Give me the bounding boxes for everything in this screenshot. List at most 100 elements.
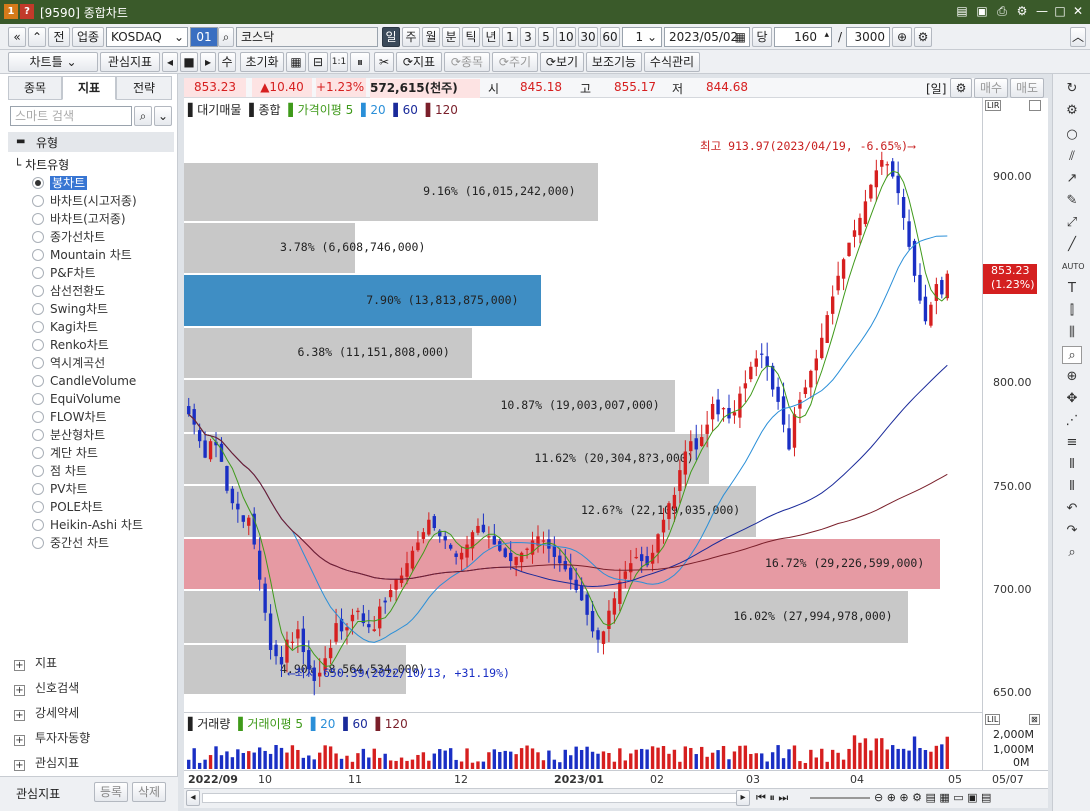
grid-icon[interactable]: ▦ [286, 52, 306, 72]
text-icon[interactable]: T [1062, 280, 1082, 298]
cycle-button[interactable]: ⟳주기 [492, 52, 538, 72]
interval-1[interactable]: 1 [502, 27, 518, 47]
chart-type-item[interactable]: 역시계곡선 [30, 354, 105, 372]
legend-vol-ma5[interactable]: ▌거래이평 5 [238, 717, 305, 731]
chart-type-item[interactable]: Kagi차트 [30, 318, 98, 336]
scroll-left-icon[interactable]: ◂ [186, 790, 200, 806]
redo-icon[interactable]: ↷ [1062, 522, 1082, 540]
tab-items[interactable]: 종목 [8, 76, 62, 100]
calendar-icon[interactable]: ▦ [735, 28, 746, 46]
chart-type-item[interactable]: PV차트 [30, 480, 88, 498]
formula-button[interactable]: 수식관리 [644, 52, 700, 72]
smart-search-input[interactable]: 스마트 검색 [10, 106, 132, 126]
scissors-icon[interactable]: ✂ [374, 52, 394, 72]
stop-icon[interactable]: ■ [180, 52, 198, 72]
magnifier-icon[interactable]: ⌕ [1062, 346, 1082, 364]
scroll-track[interactable] [202, 793, 746, 803]
view-button[interactable]: ⟳보기 [540, 52, 584, 72]
legend-volume[interactable]: ▌거래량 [188, 717, 232, 731]
auto-icon[interactable]: AUTO [1062, 258, 1085, 276]
legend-ma5[interactable]: ▌가격이평 5 [288, 103, 355, 117]
chart-type-item[interactable]: EquiVolume [30, 390, 121, 408]
section-strength[interactable]: + 강세약세 [14, 704, 79, 721]
vertical-lines-icon[interactable]: ⦀ [1062, 456, 1082, 474]
settings-icon[interactable]: ⚙ [1014, 3, 1030, 20]
chart-type-item[interactable]: 점 차트 [30, 462, 87, 480]
section-watch-indicators[interactable]: + 관심지표 [14, 754, 79, 771]
undo-icon[interactable]: ↶ [1062, 500, 1082, 518]
chart-type-item[interactable]: 종가선차트 [30, 228, 105, 246]
count-field[interactable]: 1 ⌄ [622, 27, 662, 47]
chart-type-item[interactable]: Swing차트 [30, 300, 108, 318]
legend-supply[interactable]: ▌대기매물 [188, 103, 243, 117]
legend-ma60[interactable]: ▌60 [393, 103, 420, 117]
zoom-icon[interactable]: ⊕ [892, 27, 912, 47]
chart-type-item[interactable]: POLE차트 [30, 498, 103, 516]
sector-button[interactable]: 업종 [72, 27, 104, 47]
tab-strategy[interactable]: 전략 [116, 76, 172, 100]
period-day[interactable]: 일 [382, 27, 400, 47]
chart-frame-button[interactable]: 차트틀 ⌄ [8, 52, 98, 72]
section-signal-search[interactable]: + 신호검색 [14, 679, 79, 696]
section-header[interactable]: ▬ 유형 [8, 132, 174, 152]
close-vol-pane-icon[interactable]: ⊠ [1029, 714, 1040, 725]
minimize-button[interactable]: — [1034, 3, 1050, 20]
chart-icon[interactable]: ⫽ [1062, 148, 1082, 166]
reset-button[interactable]: 초기화 [240, 52, 284, 72]
interval-3[interactable]: 3 [520, 27, 536, 47]
section-investor-trend[interactable]: + 투자자동향 [14, 729, 90, 746]
total-field[interactable]: 3000 [846, 27, 890, 47]
price-chart[interactable]: 9.16% (16,015,242,000) 3.78% (6,608,746,0… [184, 98, 982, 712]
chart-type-item[interactable]: 봉차트 [30, 174, 88, 192]
search-icon[interactable]: ⌕ [1062, 544, 1082, 562]
grid-lines-icon[interactable]: ⫴ [1062, 478, 1082, 496]
delete-button[interactable]: 삭제 [132, 782, 166, 802]
window-icon[interactable]: ▣ [974, 3, 990, 20]
zoom-slider[interactable] [810, 797, 870, 799]
volume-pane[interactable]: ▌거래량 ▌거래이평 5 ▌20 ▌60 ▌120 [184, 712, 982, 770]
indicator-button[interactable]: ⟳지표 [396, 52, 442, 72]
market-select[interactable]: KOSDAQ ⌄ [106, 27, 188, 47]
drag-icon[interactable]: ✥ [1062, 390, 1082, 408]
close-pane-icon[interactable] [1029, 100, 1041, 111]
measure-icon[interactable]: ⤢ [1062, 214, 1082, 232]
scroll-right-icon[interactable]: ▸ [736, 790, 750, 806]
legend-main[interactable]: ▌종합 [249, 103, 282, 117]
refresh-icon[interactable]: ↻ [1062, 80, 1082, 98]
price-scale[interactable]: LIR 900.00850.00800.00750.00700.00650.00… [982, 98, 1048, 770]
chart-type-item[interactable]: 분산형차트 [30, 426, 105, 444]
zoom-icons[interactable]: ⊖ ⊕ ⊕ ⚙ ▤ ▦ ▭ ▣ ▤ [874, 791, 991, 804]
chart-type-item[interactable]: FLOW차트 [30, 408, 107, 426]
chart-type-item[interactable]: Mountain 차트 [30, 246, 132, 264]
search-icon[interactable]: ⌕ [218, 27, 234, 47]
spinner-icon[interactable]: ▴▾ [824, 28, 829, 46]
chart-type-item[interactable]: 바차트(고저종) [30, 210, 126, 228]
period-month[interactable]: 월 [422, 27, 440, 47]
nav-up-button[interactable]: ⌃ [28, 27, 46, 47]
search-icon[interactable]: ⌕ [134, 106, 152, 126]
pen-icon[interactable]: ✎ [1062, 192, 1082, 210]
line-icon[interactable]: ╱ [1062, 236, 1082, 254]
gear-icon[interactable]: ⚙ [1062, 102, 1082, 120]
tab-indicators[interactable]: 지표 [62, 76, 116, 100]
su-button[interactable]: 수 [218, 52, 236, 72]
interval-10[interactable]: 10 [556, 27, 576, 47]
period-week[interactable]: 주 [402, 27, 420, 47]
sell-button[interactable]: 매도 [1010, 78, 1044, 98]
section-indicators[interactable]: + 지표 [14, 654, 57, 671]
item-button[interactable]: ⟳종목 [444, 52, 490, 72]
legend-vol-ma20[interactable]: ▌20 [311, 717, 338, 731]
maximize-button[interactable]: □ [1052, 3, 1068, 20]
watch-indicator-button[interactable]: 관심지표 [100, 52, 160, 72]
legend-ma20[interactable]: ▌20 [361, 103, 388, 117]
code-field[interactable]: 01 [190, 27, 218, 47]
current-button[interactable]: 당 [752, 27, 772, 47]
bars-icon[interactable]: ⫼ [1062, 324, 1082, 342]
register-button[interactable]: 등록 [94, 782, 128, 802]
parallel-icon[interactable]: ≡ [1062, 434, 1082, 452]
config-icon[interactable]: ⚙ [914, 27, 932, 47]
legend-vol-ma120[interactable]: ▌120 [376, 717, 410, 731]
collapse-button[interactable]: ︿ [1070, 27, 1086, 47]
aux-function-button[interactable]: 보조기능 [586, 52, 642, 72]
circle-icon[interactable]: ○ [1062, 126, 1082, 144]
